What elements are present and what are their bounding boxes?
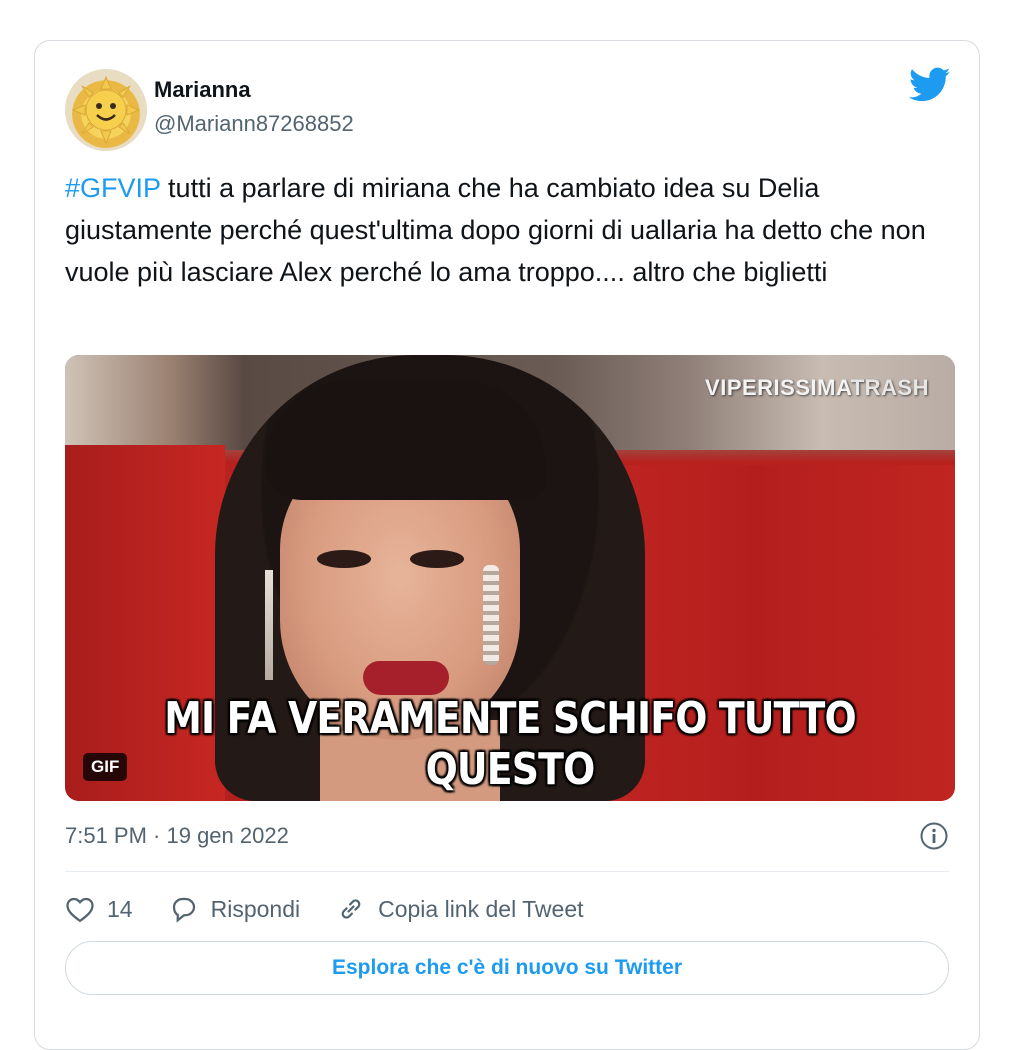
tweet-actions: 14 Rispondi Copia link del Tweet xyxy=(65,891,620,927)
earring-right xyxy=(483,565,499,665)
twitter-bird-icon[interactable] xyxy=(909,67,951,103)
woman-lips xyxy=(363,661,449,695)
copy-link-label: Copia link del Tweet xyxy=(378,895,584,922)
like-count: 14 xyxy=(107,895,133,922)
reply-button[interactable]: Rispondi xyxy=(169,895,301,923)
tweet-text: #GFVIP tutti a parlare di miriana che ha… xyxy=(65,167,935,293)
copy-link-button[interactable]: Copia link del Tweet xyxy=(336,895,584,923)
heart-icon xyxy=(66,897,94,923)
link-icon xyxy=(341,899,361,919)
reply-label: Rispondi xyxy=(210,895,301,922)
smiling-sun-icon xyxy=(71,75,141,145)
gif-badge: GIF xyxy=(83,753,128,781)
info-icon[interactable] xyxy=(919,821,949,851)
woman-bangs xyxy=(265,380,545,500)
user-display-name[interactable]: Marianna xyxy=(154,77,251,103)
tweet-body: tutti a parlare di miriana che ha cambia… xyxy=(65,173,926,287)
media-watermark: VIPERISSIMATRASH xyxy=(705,375,929,401)
tweet-media-gif[interactable]: VIPERISSIMATRASH MI FA VERAMENTE SCHIFO … xyxy=(65,355,955,801)
watermark-prefix: VIPERISSIMA xyxy=(705,375,851,400)
tweet-timestamp[interactable]: 7:51 PM · 19 gen 2022 xyxy=(65,823,289,849)
watermark-suffix: TRASH xyxy=(850,375,929,400)
woman-eye-right xyxy=(410,550,464,568)
media-caption: MI FA VERAMENTE SCHIFO TUTTO QUESTO xyxy=(164,693,856,795)
tweet-card: Marianna @Mariann87268852 #GFVIP tutti a… xyxy=(34,40,980,1050)
avatar[interactable] xyxy=(65,69,147,151)
like-button[interactable]: 14 xyxy=(65,895,133,923)
divider xyxy=(65,871,949,872)
user-handle[interactable]: @Mariann87268852 xyxy=(154,111,354,137)
earring-left xyxy=(265,570,273,680)
woman-eye-left xyxy=(317,550,371,568)
hashtag-link[interactable]: #GFVIP xyxy=(65,173,161,203)
explore-twitter-button[interactable]: Esplora che c'è di nuovo su Twitter xyxy=(65,941,949,995)
reply-bubble-icon xyxy=(172,897,195,923)
